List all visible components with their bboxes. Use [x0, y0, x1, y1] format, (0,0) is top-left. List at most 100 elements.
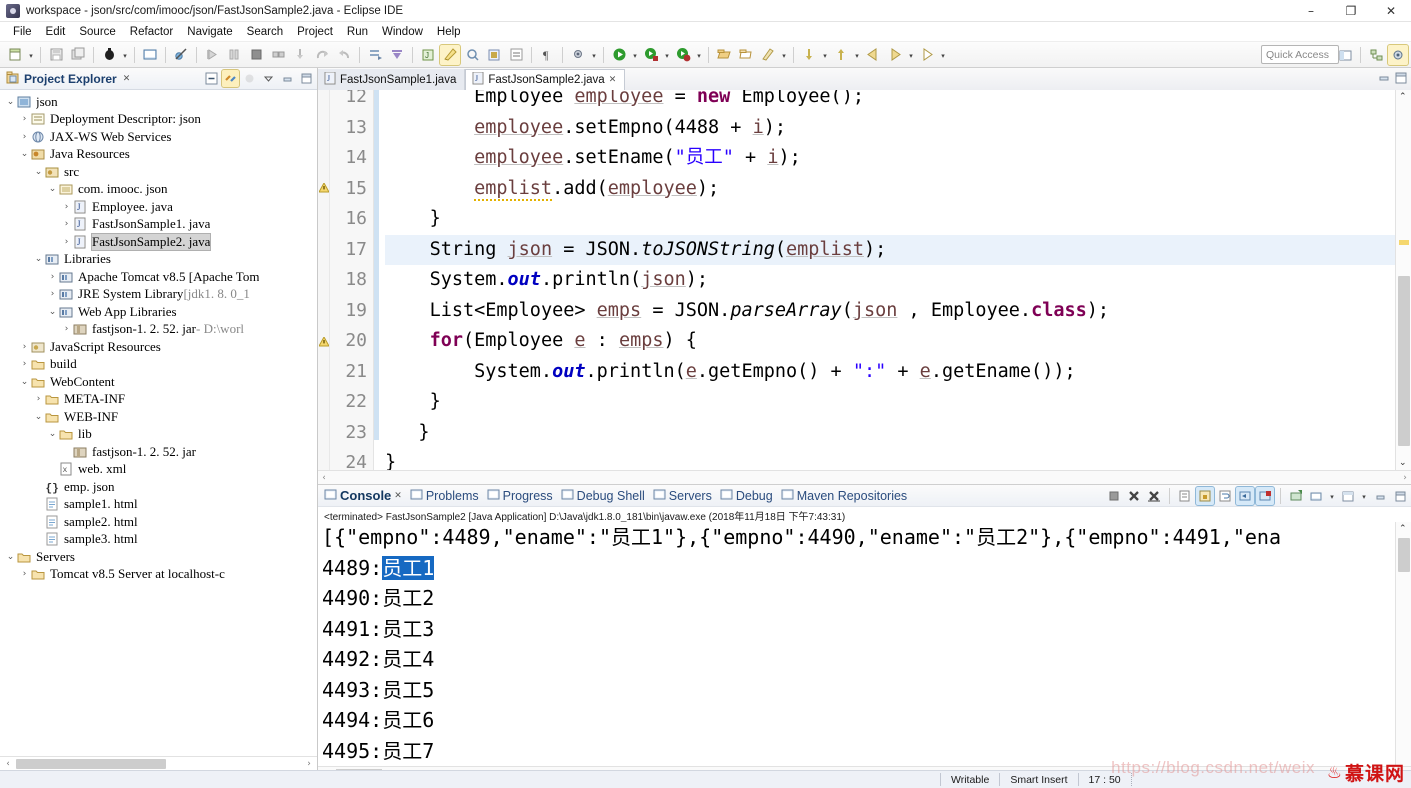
new-console-view-icon[interactable]: [1339, 487, 1357, 505]
menu-refactor[interactable]: Refactor: [123, 24, 180, 40]
hscroll-track[interactable]: [14, 758, 303, 769]
remove-launch-icon[interactable]: [1125, 487, 1143, 505]
console-line[interactable]: 4494:员工6: [322, 705, 1395, 736]
tree-item[interactable]: ⌄ lib: [0, 426, 317, 444]
remove-all-terminated-icon[interactable]: [1145, 487, 1163, 505]
maximize-icon[interactable]: [1394, 71, 1408, 88]
editor-vscrollbar[interactable]: ⌃ ⌄: [1395, 90, 1411, 470]
code-line[interactable]: Employee employee = new Employee();: [385, 90, 1395, 113]
collapse-arrow-icon[interactable]: ›: [60, 219, 73, 229]
editor-tab[interactable]: J FastJsonSample1.java: [318, 69, 466, 90]
instance-count-icon[interactable]: [506, 45, 526, 65]
vscroll-thumb[interactable]: [1398, 538, 1410, 572]
warning-marker-icon[interactable]: [318, 181, 330, 193]
word-wrap-icon[interactable]: [1216, 487, 1234, 505]
code-line[interactable]: }: [385, 418, 1395, 449]
next-annotation-icon[interactable]: [831, 45, 851, 65]
tree-item[interactable]: {} emp. json: [0, 478, 317, 496]
collapse-arrow-icon[interactable]: ›: [32, 394, 45, 404]
console-tab[interactable]: Debug: [718, 488, 779, 504]
tree-item[interactable]: › META-INF: [0, 391, 317, 409]
use-step-filters-icon[interactable]: [387, 45, 407, 65]
tree-item[interactable]: › JAX-WS Web Services: [0, 128, 317, 146]
tree-item[interactable]: ⌄ WEB-INF: [0, 408, 317, 426]
forward-dropdown-icon[interactable]: ▾: [906, 46, 916, 64]
code-line[interactable]: }: [385, 448, 1395, 470]
open-console-icon[interactable]: [1307, 487, 1325, 505]
code-line[interactable]: employee.setEmpno(4488 + i);: [385, 113, 1395, 144]
maximize-icon[interactable]: [298, 70, 315, 87]
next-edit-dropdown-icon[interactable]: ▾: [938, 46, 948, 64]
step-over-icon[interactable]: [312, 45, 332, 65]
expand-arrow-icon[interactable]: ⌄: [46, 429, 59, 439]
new-package-icon[interactable]: [484, 45, 504, 65]
code-line[interactable]: String json = JSON.toJSONString(emplist)…: [385, 234, 1395, 265]
menu-file[interactable]: File: [6, 24, 39, 40]
coverage-dropdown-icon[interactable]: ▾: [694, 46, 704, 64]
pin-console-icon[interactable]: [1255, 486, 1275, 506]
menu-edit[interactable]: Edit: [39, 24, 73, 40]
code-line[interactable]: for(Employee e : emps) {: [385, 326, 1395, 357]
external-tools-dropdown-icon[interactable]: ▾: [589, 46, 599, 64]
console-line[interactable]: 4495:员工7: [322, 736, 1395, 767]
external-tools-icon[interactable]: [568, 45, 588, 65]
run-icon[interactable]: [609, 45, 629, 65]
console-tab[interactable]: Progress: [485, 488, 559, 504]
tree-item[interactable]: ⌄ src: [0, 163, 317, 181]
open-type-icon[interactable]: [714, 45, 734, 65]
tree-item[interactable]: › J Employee. java: [0, 198, 317, 216]
tree-item[interactable]: ⌄ Java Resources: [0, 146, 317, 164]
vscroll-thumb[interactable]: [1398, 276, 1410, 446]
tree-item[interactable]: ⌄ WebContent: [0, 373, 317, 391]
open-console-icon[interactable]: [140, 45, 160, 65]
tab-project-explorer[interactable]: Project Explorer ✕: [0, 71, 130, 87]
console-line[interactable]: [{"empno":4489,"ename":"员工1"},{"empno":4…: [322, 522, 1395, 553]
minimize-icon[interactable]: [1377, 71, 1391, 88]
collapse-arrow-icon[interactable]: ›: [60, 324, 73, 334]
close-icon[interactable]: ✕: [609, 75, 617, 85]
scroll-up-icon[interactable]: ⌃: [1399, 524, 1407, 534]
step-into-icon[interactable]: [290, 45, 310, 65]
show-console-on-output-icon[interactable]: [1235, 486, 1255, 506]
code-line[interactable]: employee.setEname("员工" + i);: [385, 143, 1395, 174]
collapse-arrow-icon[interactable]: ›: [18, 569, 31, 579]
project-tree[interactable]: ⌄ json › Deployment Descriptor: json › JAX-WS…: [0, 90, 317, 756]
collapse-arrow-icon[interactable]: ›: [18, 114, 31, 124]
tree-item[interactable]: › JRE System Library [jdk1. 8. 0_1: [0, 286, 317, 304]
console-output-text[interactable]: [{"empno":4489,"ename":"员工1"},{"empno":4…: [318, 522, 1395, 766]
menu-window[interactable]: Window: [375, 24, 430, 40]
tree-item[interactable]: ⌄ com. imooc. json: [0, 181, 317, 199]
tree-item[interactable]: › JavaScript Resources: [0, 338, 317, 356]
quick-access-input[interactable]: Quick Access: [1261, 45, 1339, 64]
suspend-icon[interactable]: [224, 45, 244, 65]
editor-annotation-ruler[interactable]: [318, 90, 330, 470]
minimize-icon[interactable]: [1371, 487, 1389, 505]
console-tab[interactable]: Maven Repositories: [779, 488, 913, 504]
scroll-lock-icon[interactable]: [1195, 486, 1215, 506]
open-task-icon[interactable]: [736, 45, 756, 65]
expand-arrow-icon[interactable]: ⌄: [46, 307, 59, 317]
close-icon[interactable]: ✕: [123, 74, 131, 84]
tree-item[interactable]: x web. xml: [0, 461, 317, 479]
new-wizard-dropdown-icon[interactable]: ▾: [26, 46, 36, 64]
expand-arrow-icon[interactable]: ⌄: [32, 254, 45, 264]
terminate-icon[interactable]: [246, 45, 266, 65]
run-dropdown-icon[interactable]: ▾: [630, 46, 640, 64]
console-selected-text[interactable]: 员工1: [382, 555, 435, 580]
editor-tab[interactable]: J FastJsonSample2.java ✕: [465, 69, 626, 90]
close-button[interactable]: ✕: [1371, 0, 1411, 22]
expand-arrow-icon[interactable]: ⌄: [32, 167, 45, 177]
tree-item[interactable]: sample3. html: [0, 531, 317, 549]
scroll-left-icon[interactable]: ‹: [2, 759, 14, 769]
tree-item[interactable]: ⌄ Libraries: [0, 251, 317, 269]
tree-item[interactable]: ⌄ Servers: [0, 548, 317, 566]
back-icon[interactable]: [863, 45, 883, 65]
skip-breakpoints-icon[interactable]: [171, 45, 191, 65]
code-line[interactable]: emplist.add(employee);: [385, 174, 1395, 205]
scroll-right-icon[interactable]: ›: [1399, 473, 1411, 483]
collapse-arrow-icon[interactable]: ›: [60, 202, 73, 212]
maximize-button[interactable]: ❐: [1331, 0, 1371, 22]
tree-item[interactable]: › Apache Tomcat v8.5 [Apache Tom: [0, 268, 317, 286]
tree-item[interactable]: › build: [0, 356, 317, 374]
scroll-left-icon[interactable]: ‹: [318, 473, 330, 483]
